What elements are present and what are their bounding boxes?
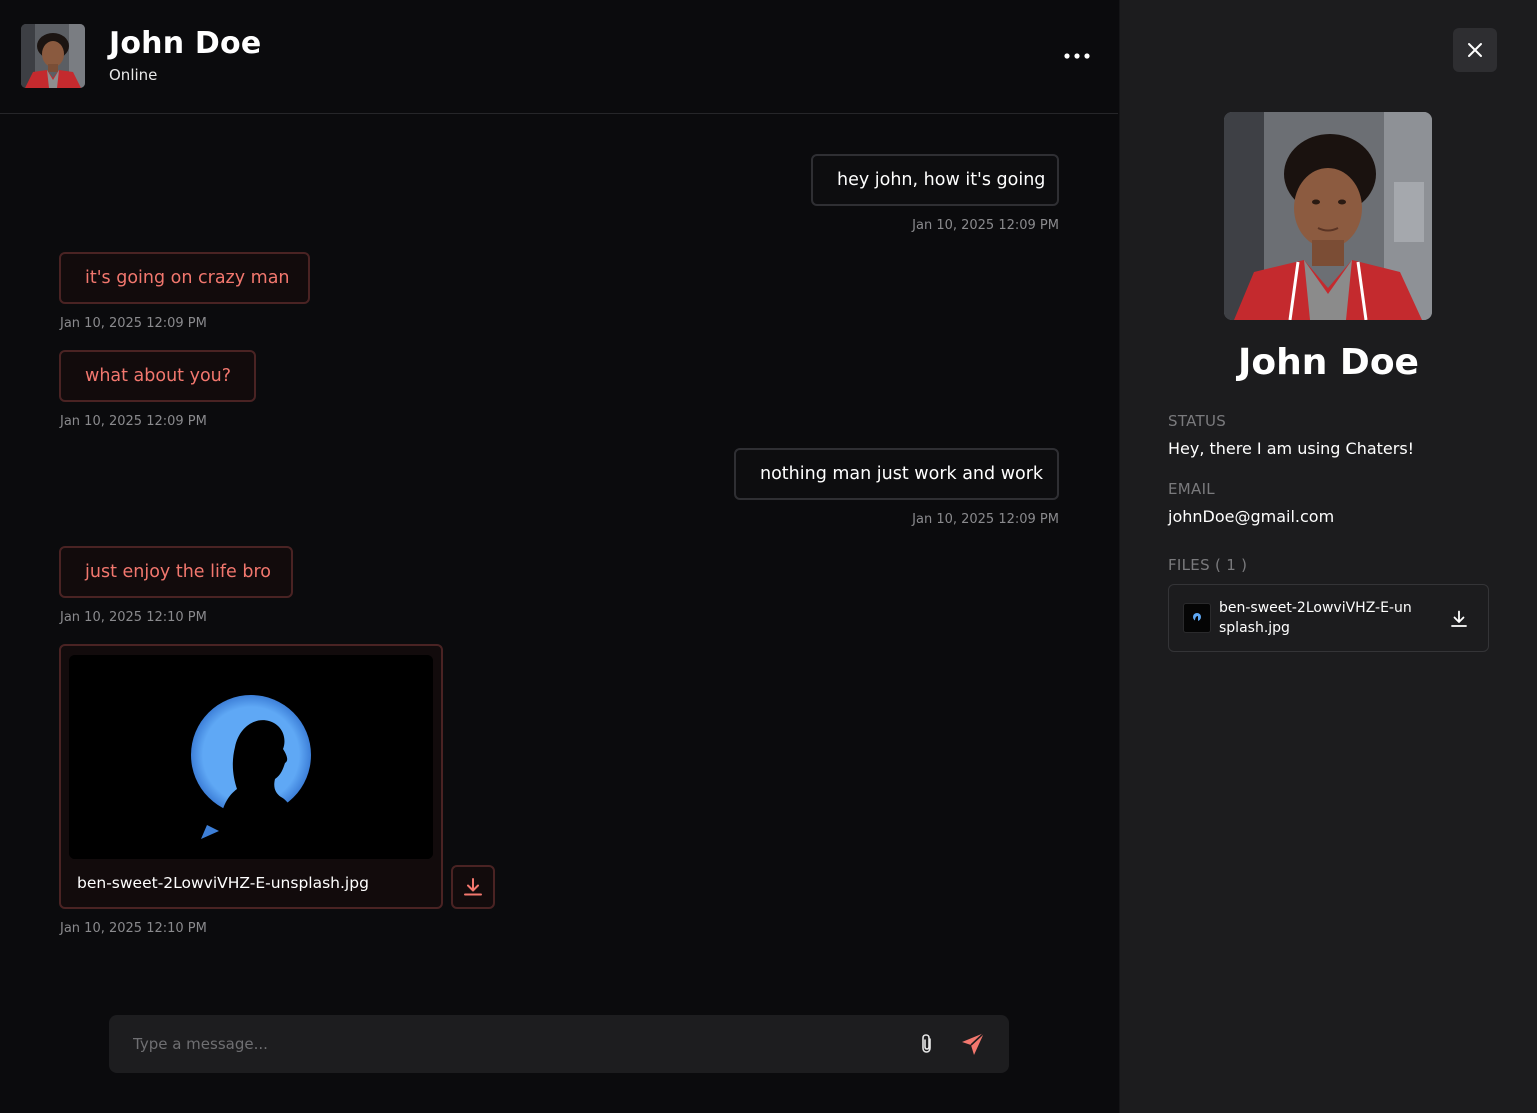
shared-file-download-button[interactable] <box>1445 605 1473 633</box>
message-timestamp: Jan 10, 2025 12:09 PM <box>60 414 207 429</box>
contact-status: Online <box>109 66 158 84</box>
shared-file-item[interactable]: ben-sweet-2LowviVHZ-E-unsplash.jpg <box>1168 584 1489 652</box>
message-bubble-received[interactable]: just enjoy the life bro <box>59 546 293 598</box>
file-name: ben-sweet-2LowviVHZ-E-unsplash.jpg <box>77 874 369 892</box>
close-button[interactable] <box>1453 28 1497 72</box>
message-input[interactable] <box>109 1015 889 1073</box>
download-button[interactable] <box>451 865 495 909</box>
download-icon <box>464 878 482 896</box>
image-thumbnail-icon <box>1193 613 1201 621</box>
profile-photo-image <box>1224 112 1432 320</box>
message-timestamp: Jan 10, 2025 12:10 PM <box>60 610 207 625</box>
message-bubble-sent[interactable]: nothing man just work and work <box>734 448 1059 500</box>
send-button[interactable] <box>959 1030 987 1058</box>
contact-name: John Doe <box>109 26 262 61</box>
message-timestamp: Jan 10, 2025 12:09 PM <box>912 512 1059 527</box>
status-label: STATUS <box>1168 412 1227 430</box>
message-bubble-received[interactable]: what about you? <box>59 350 256 402</box>
email-label: EMAIL <box>1168 480 1215 498</box>
image-preview[interactable] <box>69 655 433 859</box>
file-thumbnail <box>1183 603 1211 633</box>
message-timestamp: Jan 10, 2025 12:10 PM <box>60 921 207 936</box>
message-composer <box>109 1015 1009 1073</box>
silhouette-image <box>69 655 433 859</box>
attach-button[interactable] <box>914 1031 940 1057</box>
chat-pane: John Doe Online hey john, how it's going… <box>0 0 1120 1113</box>
close-icon <box>1468 43 1482 57</box>
more-horizontal-icon <box>1064 53 1090 59</box>
avatar-photo <box>21 24 85 88</box>
profile-panel: John Doe STATUS Hey, there I am using Ch… <box>1120 0 1537 1113</box>
download-icon <box>1451 610 1467 627</box>
file-message-card[interactable]: ben-sweet-2LowviVHZ-E-unsplash.jpg <box>59 644 443 909</box>
paperclip-icon <box>922 1034 931 1053</box>
chat-app: John Doe Online hey john, how it's going… <box>0 0 1537 1113</box>
message-timestamp: Jan 10, 2025 12:09 PM <box>912 218 1059 233</box>
status-value: Hey, there I am using Chaters! <box>1168 439 1415 458</box>
files-label: FILES ( 1 ) <box>1168 556 1248 574</box>
message-timestamp: Jan 10, 2025 12:09 PM <box>60 316 207 331</box>
avatar[interactable] <box>21 24 85 88</box>
more-options-button[interactable] <box>1058 40 1096 72</box>
email-value[interactable]: johnDoe@gmail.com <box>1168 507 1334 526</box>
message-bubble-received[interactable]: it's going on crazy man <box>59 252 310 304</box>
shared-file-name: ben-sweet-2LowviVHZ-E-unsplash.jpg <box>1219 600 1412 636</box>
chat-header: John Doe Online <box>0 0 1118 114</box>
profile-photo <box>1224 112 1432 320</box>
profile-name: John Doe <box>1238 342 1419 383</box>
send-icon <box>962 1032 985 1055</box>
message-bubble-sent[interactable]: hey john, how it's going <box>811 154 1059 206</box>
